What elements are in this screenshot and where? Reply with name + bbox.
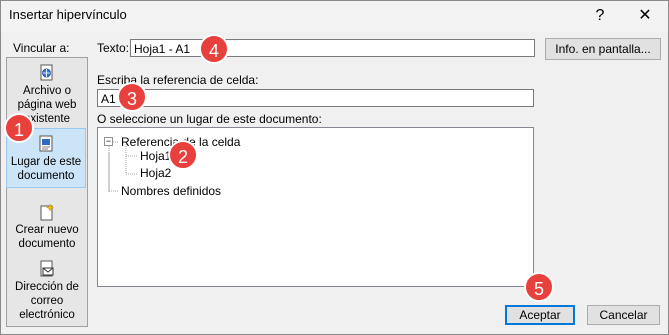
tree-item-sheet1[interactable]: Hoja1 [140, 149, 171, 163]
link-to-new-document-label: Crear nuevo documento [15, 224, 79, 250]
email-icon [40, 260, 54, 277]
step-badge-3: 3 [117, 82, 147, 112]
text-to-display-value: Hoja1 - A1 [134, 42, 191, 56]
cell-reference-input[interactable]: A1 [97, 89, 534, 107]
document-place-icon [39, 135, 53, 152]
document-place-tree[interactable]: − Referencia de la celda Hoja1 Hoja2 Nom… [97, 127, 534, 287]
tree-item-sheet2[interactable]: Hoja2 [140, 166, 171, 180]
link-to-place-label: Lugar de este documento [10, 156, 82, 182]
link-to-email-label: Dirección de correo electrónico [15, 281, 79, 321]
text-label: Texto: [97, 41, 130, 55]
close-button[interactable]: ✕ [630, 4, 660, 28]
collapse-toggle-icon[interactable]: − [104, 137, 113, 146]
step-badge-2: 2 [168, 140, 198, 170]
step-badge-1: 1 [4, 113, 34, 143]
screentip-button[interactable]: Info. en pantalla... [545, 38, 661, 60]
document-place-label: O seleccione un lugar de este documento: [97, 112, 322, 126]
dialog-title: Insertar hipervínculo [9, 7, 127, 22]
ok-button[interactable]: Aceptar [505, 305, 575, 325]
text-to-display-input[interactable]: Hoja1 - A1 [130, 39, 535, 57]
cancel-button[interactable]: Cancelar [587, 305, 660, 325]
tree-item-defined-names[interactable]: Nombres definidos [121, 184, 221, 198]
link-to-email[interactable]: Dirección de correo electrónico [7, 260, 87, 321]
cell-reference-value: A1 [101, 92, 116, 106]
link-to-panel: Archivo o página web existente Lugar de … [6, 57, 88, 327]
link-to-label: Vincular a: [13, 41, 70, 55]
step-badge-4: 4 [199, 34, 229, 64]
step-badge-5: 5 [524, 272, 554, 302]
new-document-icon [40, 203, 55, 221]
help-button[interactable]: ? [585, 4, 615, 28]
globe-file-icon [40, 64, 53, 81]
link-to-new-document[interactable]: Crear nuevo documento [7, 203, 87, 250]
